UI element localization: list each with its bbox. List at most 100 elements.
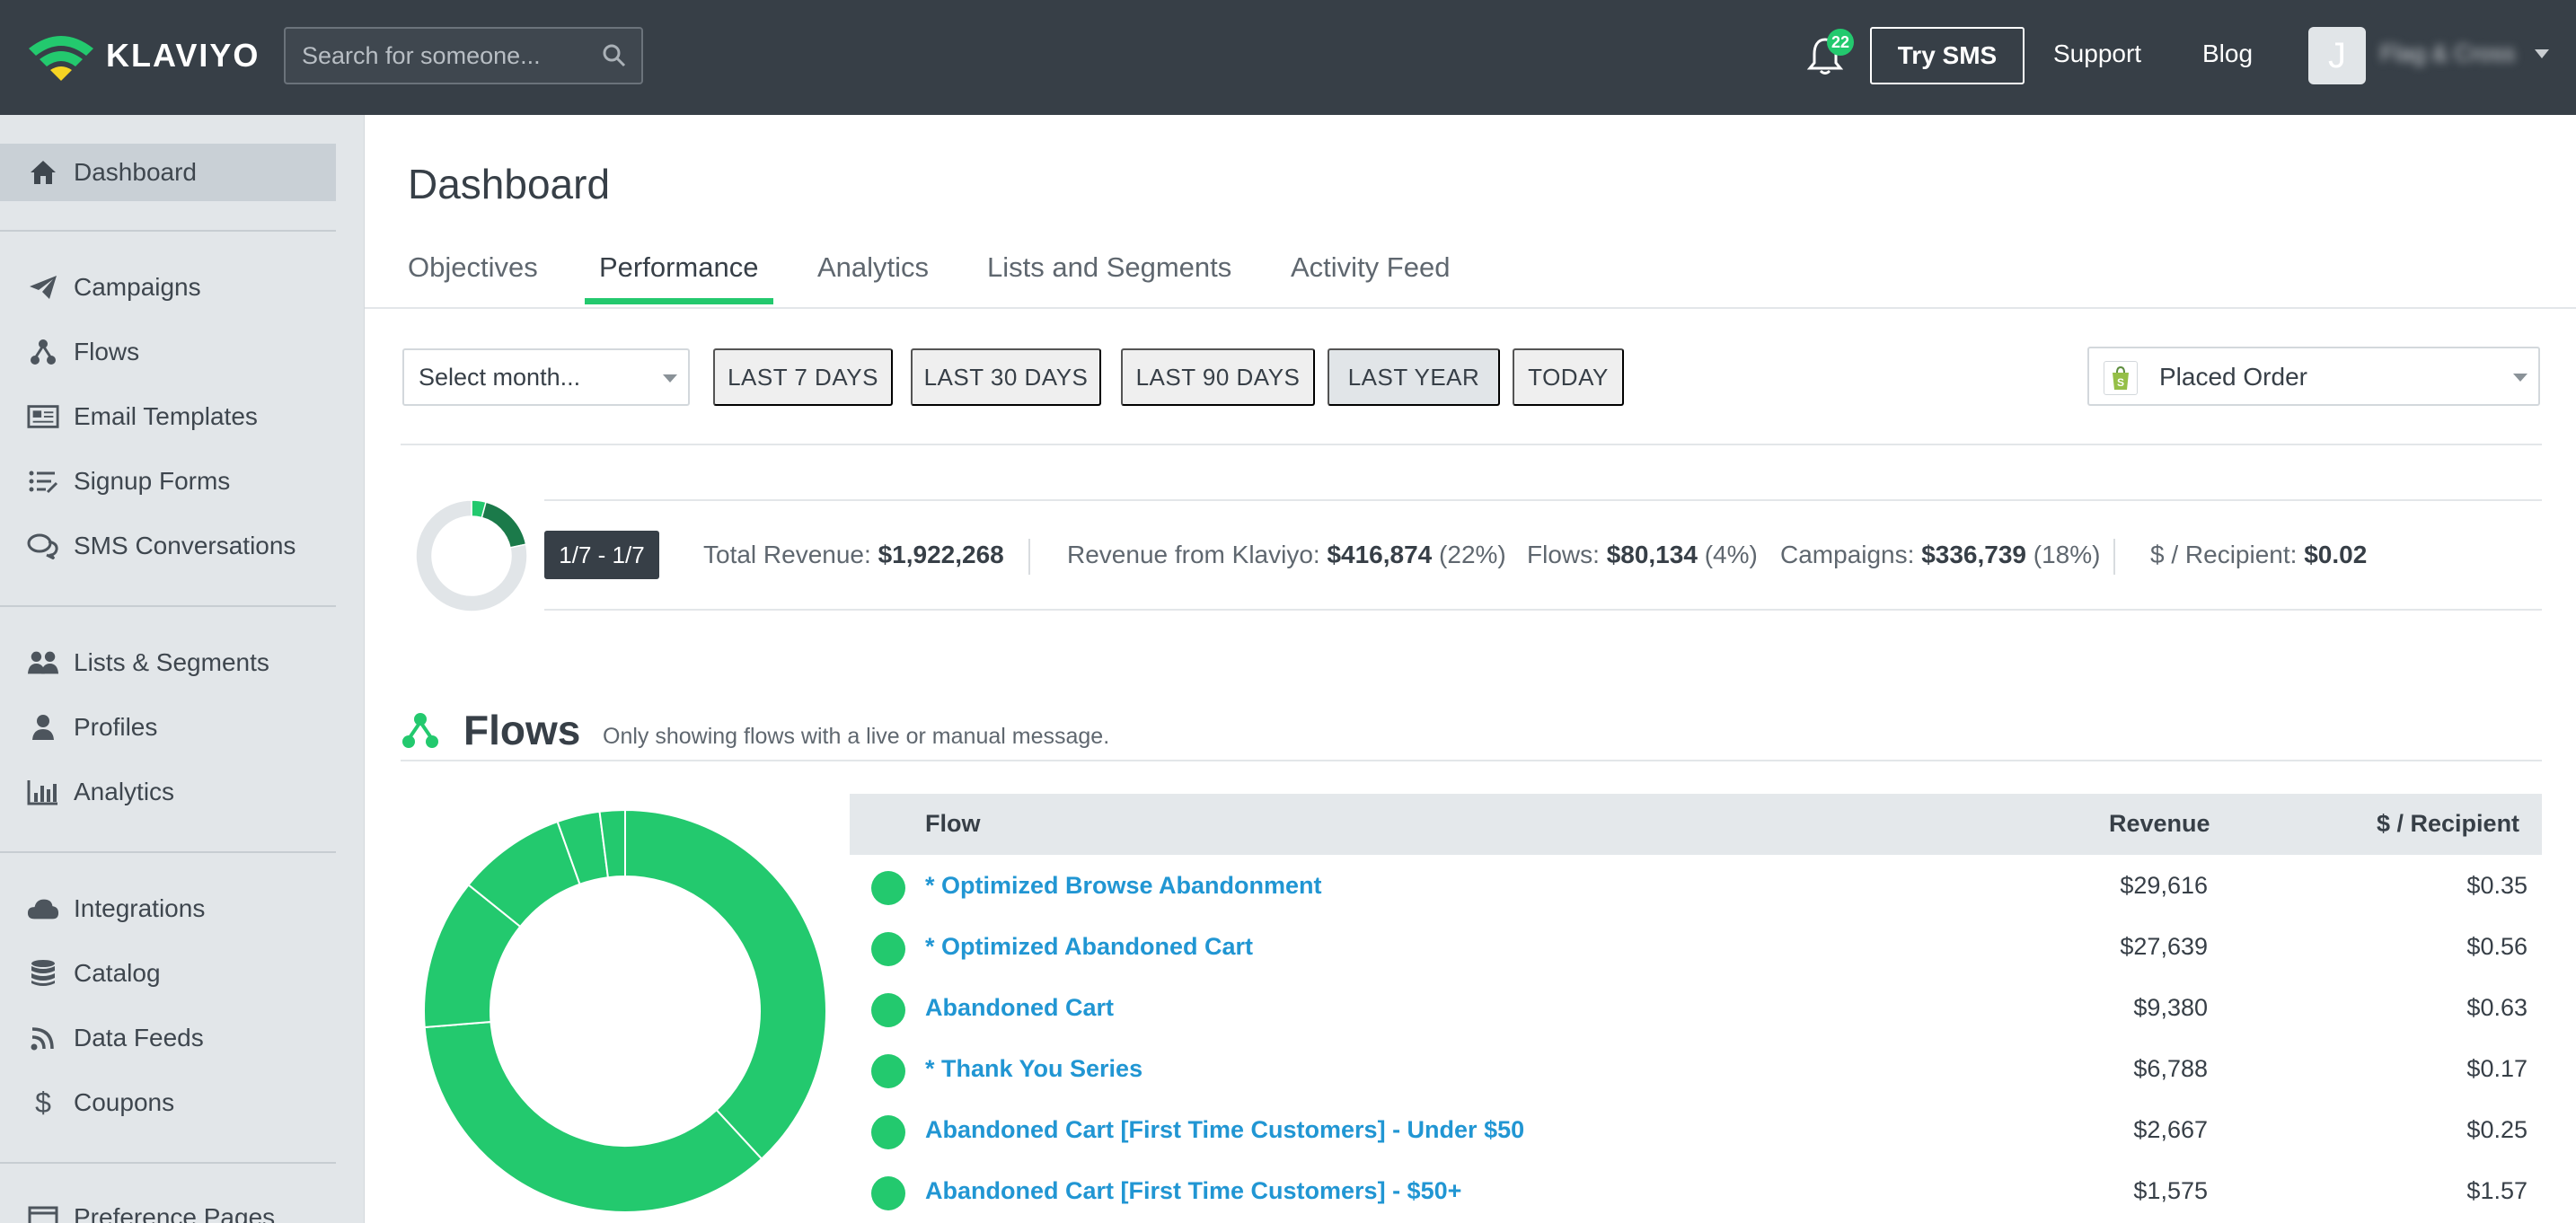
total-revenue-stat: Total Revenue: $1,922,268 [703, 541, 1004, 568]
try-sms-button[interactable]: Try SMS [1870, 27, 2025, 84]
column-header-revenue[interactable]: Revenue [2109, 810, 2210, 838]
donut-slice-campaigns [481, 501, 527, 549]
sidebar-item-coupons[interactable]: $ Coupons [0, 1074, 336, 1131]
range-last-7-days-button[interactable]: LAST 7 DAYS [713, 348, 893, 406]
flow-revenue: $27,639 [2120, 933, 2208, 960]
tabs-divider [365, 307, 2576, 309]
sidebar-item-integrations[interactable]: Integrations [0, 880, 336, 937]
sidebar-item-label: Preference Pages [74, 1203, 276, 1223]
klaviyo-logo[interactable]: KLAVIYO [25, 29, 260, 83]
blog-link[interactable]: Blog [2202, 40, 2253, 68]
flow-revenue-slice[interactable] [624, 808, 827, 1160]
page-title: Dashboard [408, 161, 611, 207]
support-link[interactable]: Support [2053, 40, 2141, 68]
notification-badge: 22 [1827, 29, 1854, 56]
sidebar-item-email-templates[interactable]: Email Templates [0, 388, 336, 445]
sidebar: Dashboard Campaigns Flows Email Template… [0, 115, 365, 1223]
sidebar-item-analytics[interactable]: Analytics [0, 763, 336, 821]
month-select[interactable]: Select month... [402, 348, 690, 406]
flow-revenue-slice[interactable] [423, 1020, 763, 1213]
flow-name-link[interactable]: * Optimized Browse Abandonment [925, 872, 1322, 900]
dollar-icon: $ [27, 1087, 59, 1118]
avatar[interactable]: J [2308, 27, 2366, 84]
sidebar-item-profiles[interactable]: Profiles [0, 699, 336, 756]
newspaper-icon [27, 402, 59, 431]
flows-section-title: Flows [463, 707, 581, 753]
flow-revenue: $2,667 [2133, 1116, 2208, 1143]
sidebar-item-label: Profiles [74, 713, 158, 741]
sidebar-item-label: Flows [74, 338, 140, 365]
sidebar-item-label: Email Templates [74, 402, 258, 430]
sidebar-divider [0, 230, 336, 232]
sidebar-item-campaigns[interactable]: Campaigns [0, 259, 336, 316]
search-icon[interactable] [602, 43, 627, 68]
flow-revenue: $6,788 [2133, 1055, 2208, 1082]
form-list-icon [27, 467, 59, 496]
flow-revenue: $29,616 [2120, 872, 2208, 899]
tab-analytics[interactable]: Analytics [817, 251, 929, 284]
summary-top-border [544, 499, 2542, 501]
chevron-down-icon [2513, 374, 2527, 382]
sidebar-item-signup-forms[interactable]: Signup Forms [0, 453, 336, 510]
cloud-icon [27, 894, 59, 923]
sidebar-item-preference-pages[interactable]: Preference Pages [0, 1189, 336, 1223]
sidebar-divider [0, 605, 336, 607]
sidebar-divider [0, 1162, 336, 1164]
flow-per-recipient: $0.25 [2466, 1116, 2527, 1143]
users-icon [27, 648, 59, 677]
sidebar-item-lists-segments[interactable]: Lists & Segments [0, 634, 336, 691]
campaigns-revenue-stat: Campaigns: $336,739 (18%) [1780, 541, 2101, 568]
account-dropdown-caret-icon[interactable] [2535, 49, 2549, 58]
flow-status-dot [871, 1176, 905, 1210]
range-today-button[interactable]: TODAY [1513, 348, 1624, 406]
column-header-per-recipient[interactable]: $ / Recipient [2377, 810, 2519, 838]
svg-text:S: S [2117, 376, 2124, 389]
sidebar-item-label: Campaigns [74, 273, 201, 301]
range-last-30-days-button[interactable]: LAST 30 DAYS [911, 348, 1101, 406]
flow-name-link[interactable]: * Optimized Abandoned Cart [925, 933, 1253, 961]
column-header-flow[interactable]: Flow [925, 810, 981, 838]
search-box[interactable] [284, 27, 643, 84]
flow-status-dot [871, 993, 905, 1027]
sidebar-item-label: Data Feeds [74, 1024, 204, 1051]
filter-divider [401, 444, 2542, 445]
shopify-bag-icon: S [2104, 361, 2138, 395]
flow-status-dot [871, 1115, 905, 1149]
sidebar-item-sms-conversations[interactable]: SMS Conversations [0, 517, 336, 575]
home-icon [27, 158, 59, 187]
flows-revenue-stat: Flows: $80,134 (4%) [1527, 541, 1758, 568]
tab-lists-and-segments[interactable]: Lists and Segments [987, 251, 1231, 284]
flow-per-recipient: $0.17 [2466, 1055, 2527, 1082]
range-last-year-button[interactable]: LAST YEAR [1328, 348, 1500, 406]
sidebar-item-dashboard[interactable]: Dashboard [0, 144, 336, 201]
page-icon [27, 1203, 59, 1223]
flows-icon [402, 713, 438, 748]
flow-per-recipient: $0.35 [2466, 872, 2527, 899]
flow-per-recipient: $0.56 [2466, 933, 2527, 960]
stat-separator [2113, 539, 2115, 575]
flow-name-link[interactable]: Abandoned Cart [First Time Customers] - … [925, 1177, 1461, 1205]
stat-separator [1028, 539, 1030, 575]
flow-revenue: $1,575 [2133, 1177, 2208, 1204]
tab-activity-feed[interactable]: Activity Feed [1291, 251, 1450, 284]
range-last-90-days-button[interactable]: LAST 90 DAYS [1121, 348, 1315, 406]
flows-section-divider [401, 760, 2542, 761]
flow-name-link[interactable]: Abandoned Cart [First Time Customers] - … [925, 1116, 1524, 1144]
tab-objectives[interactable]: Objectives [408, 251, 538, 284]
flow-name-link[interactable]: Abandoned Cart [925, 994, 1114, 1022]
sidebar-divider [0, 851, 336, 853]
metric-select-value: Placed Order [2159, 363, 2307, 391]
user-icon [27, 713, 59, 742]
search-input[interactable] [286, 29, 582, 83]
revenue-share-donut [415, 499, 528, 612]
sidebar-item-catalog[interactable]: Catalog [0, 945, 336, 1002]
sidebar-item-data-feeds[interactable]: Data Feeds [0, 1009, 336, 1067]
flow-name-link[interactable]: * Thank You Series [925, 1055, 1142, 1083]
metric-select[interactable]: S Placed Order [2087, 347, 2540, 406]
sidebar-item-flows[interactable]: Flows [0, 323, 336, 381]
svg-text:$: $ [35, 1087, 51, 1118]
rss-icon [27, 1024, 59, 1052]
sidebar-item-label: Catalog [74, 959, 161, 987]
tab-performance[interactable]: Performance [599, 251, 758, 284]
account-name[interactable]: Flag & Cross [2380, 40, 2515, 67]
